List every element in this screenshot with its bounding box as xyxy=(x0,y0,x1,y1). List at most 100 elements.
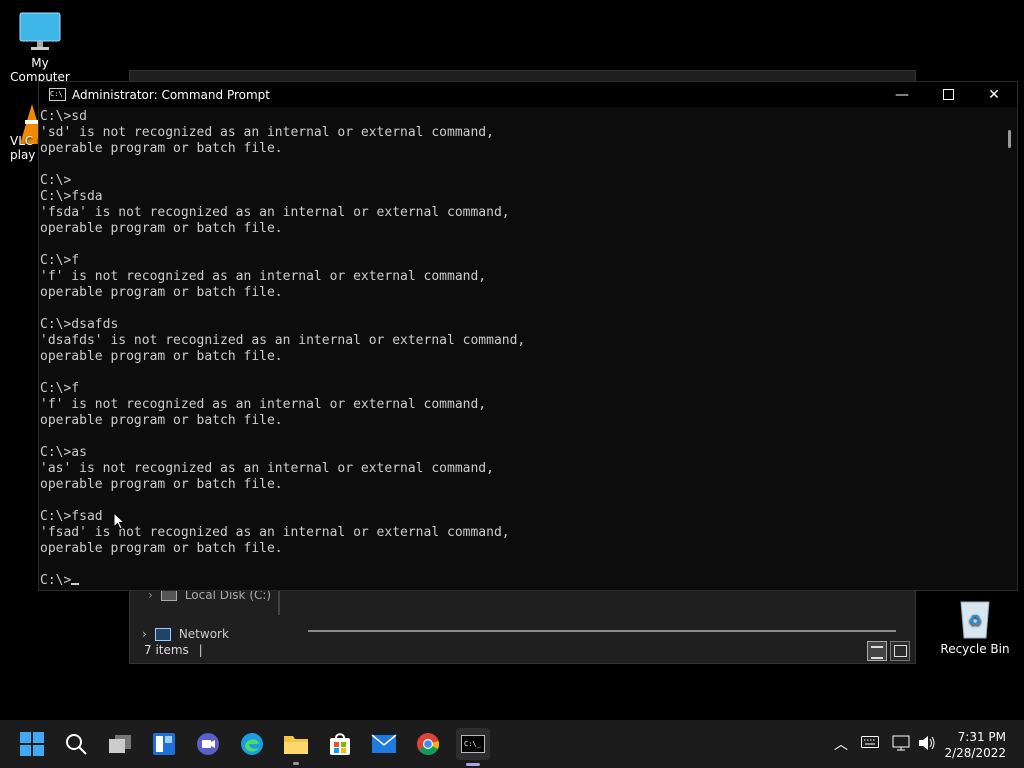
chevron-right-icon: › xyxy=(142,627,147,641)
window-title: Administrator: Command Prompt xyxy=(72,87,270,102)
maximize-button[interactable] xyxy=(925,82,971,107)
console-line: C:\>as xyxy=(40,445,87,460)
desktop-icon-my-computer[interactable]: My Computer xyxy=(2,10,78,84)
clock[interactable]: 7:31 PM 2/28/2022 xyxy=(944,729,1006,761)
widgets-icon xyxy=(153,733,175,755)
nav-item-network[interactable]: › Network xyxy=(142,627,229,641)
console-line: operable program or batch file. xyxy=(40,141,283,156)
drive-icon xyxy=(160,589,177,601)
console-line: operable program or batch file. xyxy=(40,285,283,300)
tiles-view-icon xyxy=(894,645,907,657)
search-icon xyxy=(66,734,87,755)
active-indicator xyxy=(466,763,480,766)
console-line: operable program or batch file. xyxy=(40,221,283,236)
console-line: 'fsad' is not recognized as an internal … xyxy=(40,525,510,540)
status-item-count: 7 items | xyxy=(144,643,203,657)
chat-button[interactable] xyxy=(192,728,224,760)
console-line: 'f' is not recognized as an internal or … xyxy=(40,269,487,284)
network-icon xyxy=(154,627,171,641)
file-explorer-icon xyxy=(284,736,308,754)
console-line: C:\>dsafds xyxy=(40,317,119,332)
minimize-button[interactable]: — xyxy=(879,82,925,107)
pane-divider[interactable] xyxy=(278,589,280,615)
console-prompt: C:\> xyxy=(40,573,72,588)
clock-time: 7:31 PM xyxy=(957,730,1006,744)
nav-item-label: Network xyxy=(178,627,229,641)
start-icon xyxy=(20,732,44,756)
minimize-icon: — xyxy=(895,86,909,103)
console-line: C:\>sd xyxy=(40,109,87,124)
details-view-icon xyxy=(871,646,883,659)
desktop-icon-recycle-bin[interactable]: ♻ Recycle Bin xyxy=(940,596,1010,656)
vertical-scrollbar[interactable] xyxy=(1001,109,1015,589)
console-line: operable program or batch file. xyxy=(40,477,283,492)
console-line: C:\>fsda xyxy=(40,189,103,204)
chrome-button[interactable] xyxy=(412,728,444,760)
widgets-button[interactable] xyxy=(148,728,180,760)
network-status-icon[interactable] xyxy=(892,735,910,755)
console-output[interactable]: C:\>sd'sd' is not recognized as an inter… xyxy=(39,109,1000,589)
text-cursor xyxy=(71,583,80,585)
terminal-icon: C:\_ xyxy=(461,735,485,753)
command-prompt-window[interactable]: C:\ Administrator: Command Prompt — ✕ C:… xyxy=(38,81,1018,591)
monitor-icon xyxy=(18,10,62,54)
console-line: 'f' is not recognized as an internal or … xyxy=(40,397,487,412)
details-view-button[interactable] xyxy=(867,641,887,661)
store-icon xyxy=(330,733,350,755)
status-divider: | xyxy=(198,643,203,657)
console-line: 'dsafds' is not recognized as an interna… xyxy=(40,333,526,348)
show-hidden-icons-button[interactable]: ︿ xyxy=(834,734,848,754)
search-button[interactable] xyxy=(60,728,92,760)
mouse-cursor-icon xyxy=(113,512,125,530)
console-line: operable program or batch file. xyxy=(40,349,283,364)
chrome-icon xyxy=(417,733,440,755)
start-button[interactable] xyxy=(16,728,48,760)
recycle-bin-icon: ♻ xyxy=(955,596,995,640)
running-indicator xyxy=(293,762,299,765)
close-button[interactable]: ✕ xyxy=(971,82,1017,107)
edge-button[interactable] xyxy=(236,728,268,760)
terminal-button[interactable]: C:\_ xyxy=(456,728,490,766)
svg-text:C:\_: C:\_ xyxy=(464,740,482,748)
console-line: 'sd' is not recognized as an internal or… xyxy=(40,125,494,140)
console-line: operable program or batch file. xyxy=(40,413,283,428)
console-line: C:\>fsad xyxy=(40,509,103,524)
title-bar[interactable]: C:\ Administrator: Command Prompt — ✕ xyxy=(39,82,1017,107)
store-button[interactable] xyxy=(324,728,356,760)
task-view-button[interactable] xyxy=(104,728,136,760)
maximize-icon xyxy=(942,89,954,100)
svg-text:♻: ♻ xyxy=(968,611,982,630)
cmd-icon: C:\ xyxy=(49,88,66,101)
mail-icon xyxy=(371,734,397,753)
chat-icon xyxy=(197,733,219,755)
console-line: 'fsda' is not recognized as an internal … xyxy=(40,205,510,220)
chevron-up-icon: ︿ xyxy=(834,737,848,753)
console-line: 'as' is not recognized as an internal or… xyxy=(40,461,494,476)
tiles-view-button[interactable] xyxy=(890,641,910,661)
scrollbar-thumb[interactable] xyxy=(1008,130,1011,148)
console-line: C:\>f xyxy=(40,253,80,268)
taskbar: C:\_ ︿ 7:31 PM 2/28/2022 xyxy=(0,720,1024,768)
desktop-icon-label: My Computer xyxy=(10,56,70,84)
desktop-icon-label: Recycle Bin xyxy=(940,642,1010,656)
console-prompt-line[interactable]: C:\> xyxy=(40,573,1000,589)
console-line: C:\> xyxy=(40,173,72,188)
status-text: 7 items xyxy=(144,643,189,657)
console-line: C:\>f xyxy=(40,381,80,396)
desktop-icon-vlc[interactable]: VLC r play xyxy=(0,100,44,162)
volume-icon[interactable] xyxy=(918,735,936,755)
console-line: operable program or batch file. xyxy=(40,541,283,556)
close-icon: ✕ xyxy=(988,86,1000,103)
task-view-icon xyxy=(109,735,131,753)
horizontal-scrollbar[interactable] xyxy=(308,630,896,632)
mail-button[interactable] xyxy=(368,728,400,760)
file-explorer-button[interactable] xyxy=(280,728,312,765)
keyboard-icon[interactable] xyxy=(861,735,879,753)
